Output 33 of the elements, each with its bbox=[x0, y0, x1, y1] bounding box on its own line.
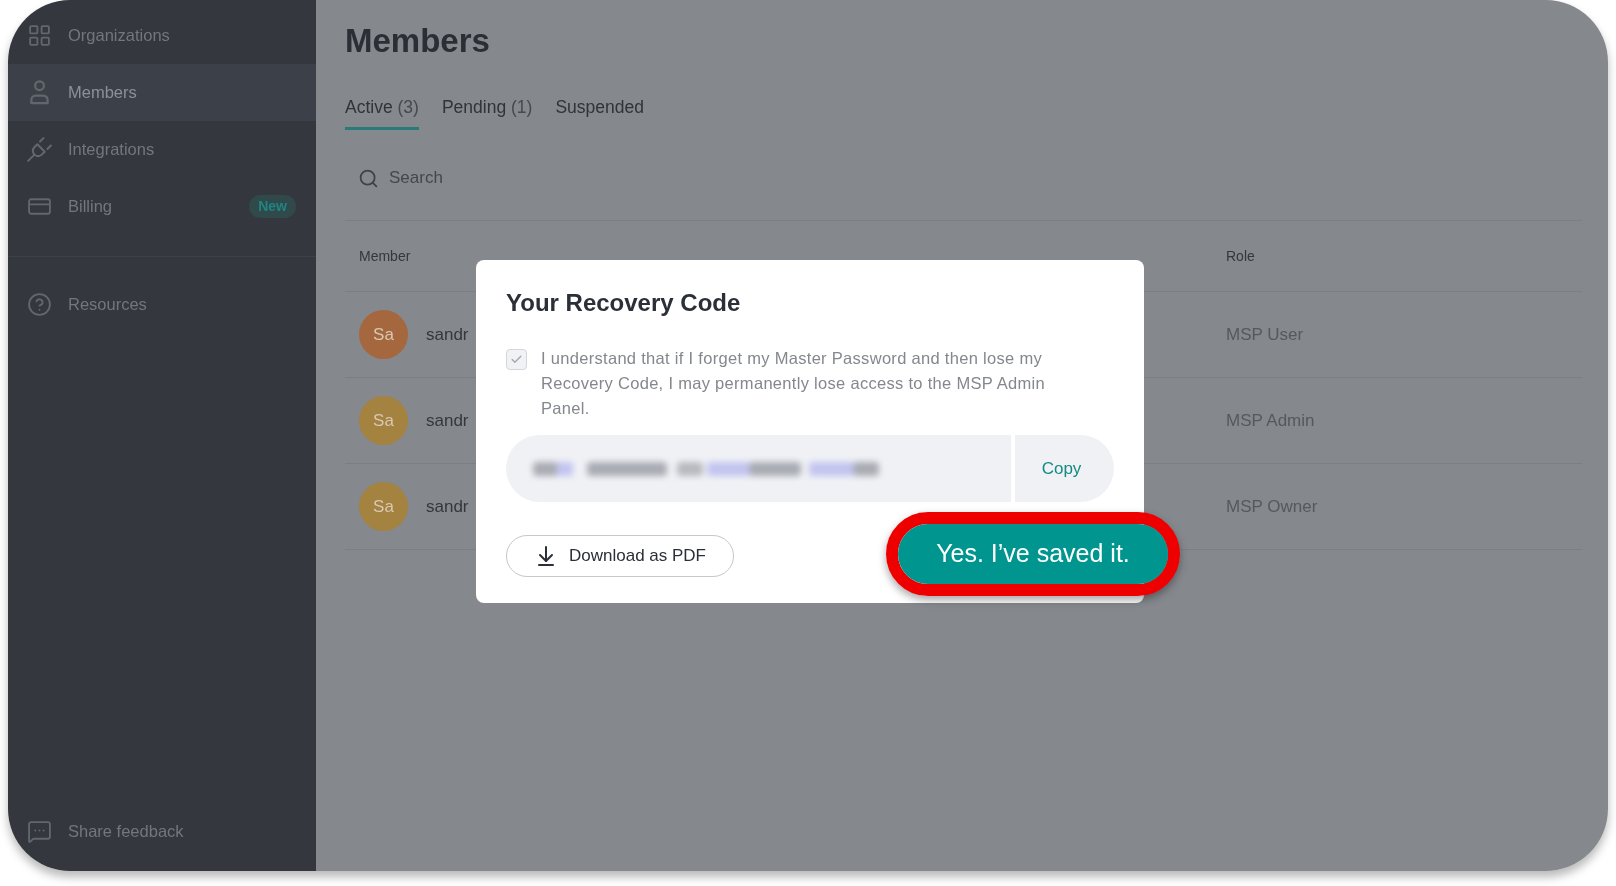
recovery-code-field[interactable] bbox=[506, 435, 1011, 502]
sidebar-item[interactable]: Integrations bbox=[8, 121, 316, 178]
member-name: sandr bbox=[426, 409, 469, 432]
sidebar-item[interactable]: Billing New bbox=[8, 178, 316, 235]
chat-bubble-icon bbox=[27, 819, 52, 844]
sidebar-item[interactable]: Resources bbox=[8, 276, 316, 333]
column-header: Member bbox=[358, 246, 412, 266]
sidebar-item[interactable]: Organizations bbox=[8, 7, 316, 64]
sidebar-item[interactable]: Members bbox=[8, 64, 316, 121]
tab[interactable]: Suspended bbox=[555, 95, 644, 130]
help-icon bbox=[27, 292, 52, 317]
acknowledgement-text: I understand that if I forget my Master Password and then lose my Recovery Code, I may permanently lose access to the MSP Admin Panel. bbox=[541, 348, 1047, 419]
download-pdf-button[interactable]: Download as PDF bbox=[506, 534, 734, 577]
column-header: Role bbox=[1225, 246, 1256, 266]
avatar: Sa bbox=[359, 310, 408, 359]
new-badge: New bbox=[249, 195, 296, 218]
dialog-title: Your Recovery Code bbox=[506, 289, 741, 317]
member-name: sandr bbox=[426, 495, 469, 518]
person-icon bbox=[27, 80, 52, 105]
grid-icon bbox=[27, 23, 52, 48]
search-field[interactable]: Search bbox=[389, 160, 789, 196]
check-icon bbox=[510, 353, 523, 366]
sidebar-item[interactable]: Share feedback bbox=[8, 803, 316, 860]
tab[interactable]: Pending (1) bbox=[441, 95, 533, 130]
member-name: sandr bbox=[426, 323, 469, 346]
avatar: Sa bbox=[359, 396, 408, 445]
copy-button[interactable]: Copy bbox=[1015, 435, 1114, 502]
plug-icon bbox=[27, 137, 52, 162]
search-icon bbox=[358, 167, 379, 189]
tab[interactable]: Active (3) bbox=[345, 95, 419, 130]
confirm-button[interactable]: Yes. I’ve saved it. bbox=[898, 524, 1168, 584]
page-title: Members bbox=[345, 21, 490, 61]
avatar: Sa bbox=[359, 482, 408, 531]
